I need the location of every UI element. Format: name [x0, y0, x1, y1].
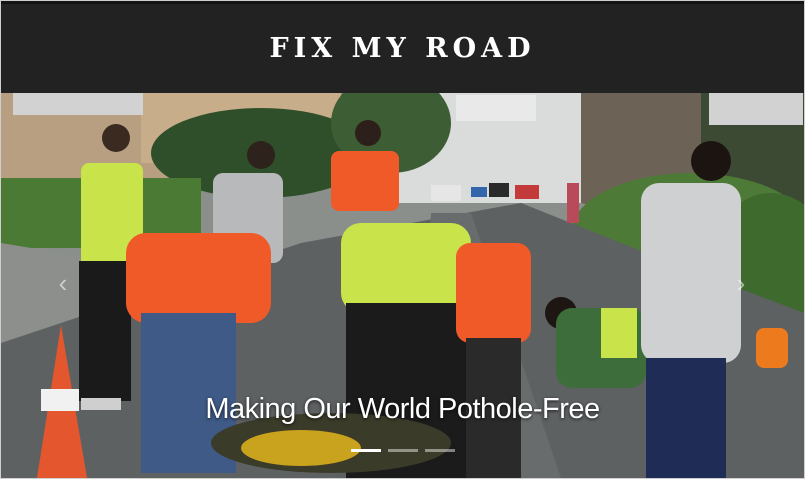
- carousel-indicator-2[interactable]: [388, 449, 418, 452]
- carousel-prev-button[interactable]: ‹: [49, 263, 77, 303]
- site-header: FIX MY ROAD: [1, 1, 804, 93]
- site-title[interactable]: FIX MY ROAD: [269, 33, 535, 64]
- page-frame: FIX MY ROAD ‹ › Making Our World Pothole…: [0, 0, 805, 479]
- carousel-indicators: [351, 449, 455, 452]
- hero-carousel[interactable]: ‹ › Making Our World Pothole-Free: [1, 93, 804, 478]
- hero-caption: Making Our World Pothole-Free: [205, 393, 600, 425]
- carousel-indicator-1[interactable]: [351, 449, 381, 452]
- carousel-next-button[interactable]: ›: [727, 263, 755, 303]
- carousel-indicator-3[interactable]: [425, 449, 455, 452]
